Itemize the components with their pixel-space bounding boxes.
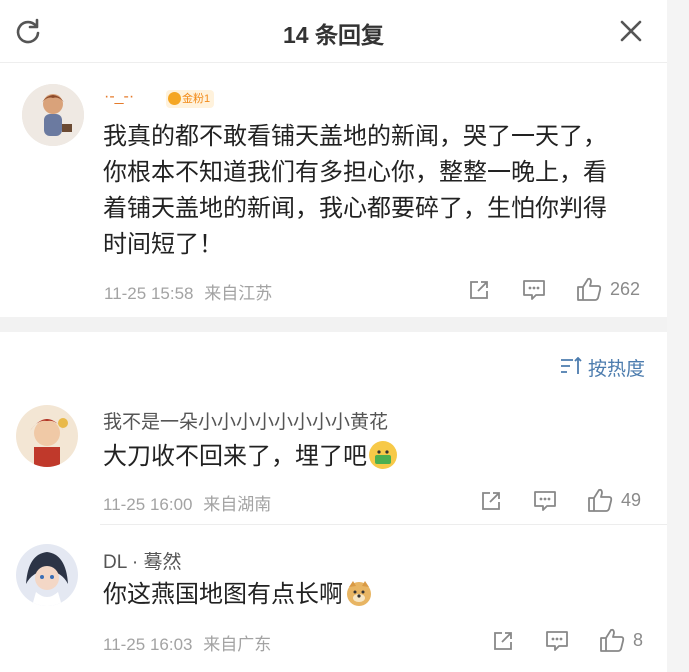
comment-text: 大刀收不回来了，埋了吧 <box>103 439 397 475</box>
timestamp: 11-25 16:03 <box>103 635 193 654</box>
row-separator <box>100 524 667 525</box>
main-comment: ·-_-· 金粉1 我真的都不敢看铺天盖地的新闻，哭了一天了， 你根本不知道我们… <box>0 62 667 317</box>
username[interactable]: DL · 蓦然 <box>103 547 181 574</box>
money-face-emoji <box>369 441 397 469</box>
like-icon[interactable] <box>575 276 603 302</box>
reply-comment: DL · 蓦然 你这燕国地图有点长啊 11-25 16:03 来自广东 8 <box>0 535 667 665</box>
timestamp: 11-25 15:58 <box>104 284 194 303</box>
comment-icon[interactable] <box>521 278 547 302</box>
avatar[interactable] <box>22 84 84 146</box>
like-icon[interactable] <box>598 627 626 653</box>
reply-comment: 我不是一朵小小小小小小小小黄花 大刀收不回来了，埋了吧 11-25 16:00 … <box>0 395 667 525</box>
share-icon[interactable] <box>491 629 515 653</box>
comment-line: 你根本不知道我们有多担心你，整整一晚上，看 <box>103 159 607 186</box>
username[interactable]: ·-_-· <box>104 88 134 106</box>
location: 来自江苏 <box>204 284 273 303</box>
comment-panel: 14 条回复 ·-_-· 金粉1 我真的都不敢看铺天盖地的新闻，哭了一天了， 你… <box>0 0 667 672</box>
comment-meta: 11-25 16:03 来自广东 <box>103 630 271 655</box>
comment-icon[interactable] <box>544 629 570 653</box>
share-icon[interactable] <box>467 278 491 302</box>
fan-badge: 金粉1 <box>166 90 215 108</box>
comment-meta: 11-25 16:00 来自湖南 <box>103 490 271 515</box>
comment-text: 你这燕国地图有点长啊 <box>103 577 373 613</box>
avatar[interactable] <box>16 405 78 467</box>
comment-text: 我真的都不敢看铺天盖地的新闻，哭了一天了， 你根本不知道我们有多担心你，整整一晚… <box>103 119 607 263</box>
fan-badge-icon <box>168 92 181 105</box>
like-count: 8 <box>633 630 644 650</box>
sort-icon <box>561 357 582 374</box>
username[interactable]: 我不是一朵小小小小小小小小黄花 <box>103 407 388 434</box>
timestamp: 11-25 16:00 <box>103 495 193 514</box>
comment-icon[interactable] <box>532 489 558 513</box>
sort-label: 按热度 <box>588 359 646 380</box>
page-title: 14 条回复 <box>283 22 384 48</box>
share-icon[interactable] <box>479 489 503 513</box>
header: 14 条回复 <box>0 0 667 63</box>
fan-badge-label: 金粉1 <box>182 93 211 105</box>
comment-line: 大刀收不回来了，埋了吧 <box>103 443 367 470</box>
close-icon[interactable] <box>618 18 644 44</box>
comment-line: 时间短了！ <box>103 231 223 258</box>
comment-meta: 11-25 15:58 来自江苏 <box>104 279 272 304</box>
like-icon[interactable] <box>586 487 614 513</box>
doge-emoji <box>345 579 373 607</box>
comment-line: 着铺天盖地的新闻，我心都要碎了，生怕你判得 <box>103 195 607 222</box>
like-count: 262 <box>610 279 641 299</box>
section-divider <box>0 317 667 332</box>
location: 来自广东 <box>203 635 272 654</box>
avatar[interactable] <box>16 544 78 606</box>
comment-line: 我真的都不敢看铺天盖地的新闻，哭了一天了， <box>103 123 607 150</box>
scroll-edge <box>667 0 689 672</box>
location: 来自湖南 <box>203 495 272 514</box>
like-count: 49 <box>621 490 642 510</box>
comment-line: 你这燕国地图有点长啊 <box>103 581 343 608</box>
